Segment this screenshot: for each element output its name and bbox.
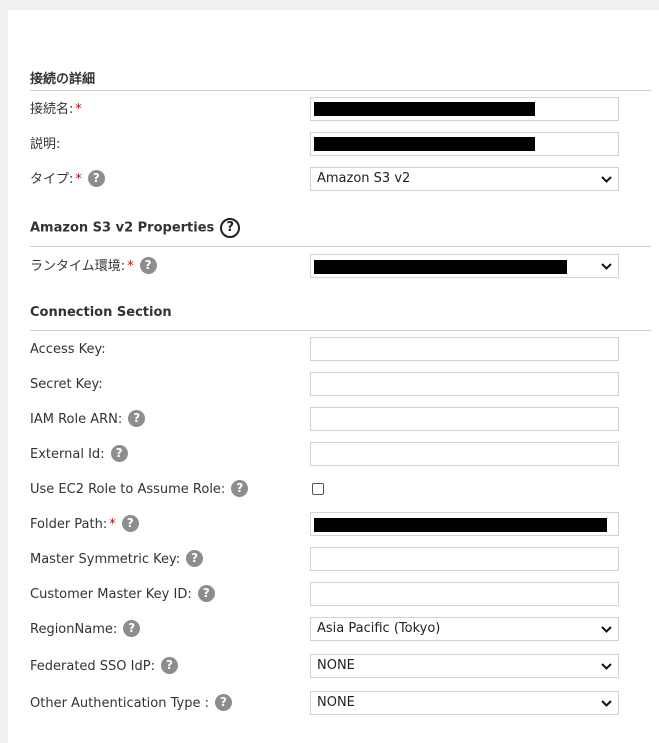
row-customer-key: Customer Master Key ID:? <box>30 582 619 608</box>
row-other-auth: Other Authentication Type :? NONE <box>30 691 619 717</box>
access-key-input[interactable] <box>310 337 619 361</box>
redacted-value <box>314 102 535 116</box>
description-label: 説明: <box>30 137 61 152</box>
customer-key-label: Customer Master Key ID: <box>30 587 192 602</box>
redacted-value <box>314 137 535 151</box>
row-iam-role: IAM Role ARN:? <box>30 407 619 433</box>
runtime-select[interactable] <box>310 254 619 278</box>
other-auth-selected-value: NONE <box>317 695 355 710</box>
external-id-input[interactable] <box>310 442 619 466</box>
row-region: RegionName:? Asia Pacific (Tokyo) <box>30 617 619 643</box>
iam-role-label: IAM Role ARN: <box>30 412 123 427</box>
other-auth-label: Other Authentication Type : <box>30 696 209 711</box>
help-icon[interactable]: ? <box>197 585 215 602</box>
section-title-properties: Amazon S3 v2 Properties? <box>30 218 241 238</box>
help-icon[interactable]: ? <box>110 445 128 462</box>
row-use-ec2-role: Use EC2 Role to Assume Role:? <box>30 477 619 503</box>
redacted-value <box>314 260 567 274</box>
row-federated-sso: Federated SSO IdP:? NONE <box>30 654 619 680</box>
type-selected-value: Amazon S3 v2 <box>317 171 411 186</box>
row-runtime: ランタイム環境: *? <box>30 254 619 280</box>
chevron-down-icon <box>600 618 612 640</box>
row-access-key: Access Key: <box>30 337 619 363</box>
secret-key-label: Secret Key: <box>30 377 103 392</box>
folder-path-label: Folder Path: <box>30 517 108 532</box>
federated-sso-select[interactable]: NONE <box>310 654 619 678</box>
required-marker: * <box>75 102 82 117</box>
region-select[interactable]: Asia Pacific (Tokyo) <box>310 617 619 641</box>
row-folder-path: Folder Path: *? <box>30 512 619 538</box>
help-icon[interactable]: ? <box>128 410 146 427</box>
help-icon[interactable]: ? <box>214 694 232 711</box>
use-ec2-role-label: Use EC2 Role to Assume Role: <box>30 482 226 497</box>
description-input[interactable] <box>310 132 619 156</box>
section-divider <box>30 90 651 91</box>
row-description: 説明: <box>30 132 619 158</box>
connection-name-input[interactable] <box>310 97 619 121</box>
region-label: RegionName: <box>30 622 118 637</box>
help-icon[interactable]: ? <box>186 550 204 567</box>
runtime-label: ランタイム環境: <box>30 259 126 274</box>
master-key-label: Master Symmetric Key: <box>30 552 181 567</box>
redacted-value <box>314 518 607 532</box>
section-title-connection: Connection Section <box>30 305 172 320</box>
required-marker: * <box>109 517 116 532</box>
secret-key-input[interactable] <box>310 372 619 396</box>
use-ec2-role-checkbox[interactable] <box>312 483 324 495</box>
row-connection-name: 接続名: * <box>30 97 619 123</box>
connection-form-panel: 接続の詳細 接続名: * 説明: タイプ: *? Amazon S3 v2 Amaz… <box>8 10 659 743</box>
chevron-down-icon <box>600 655 612 677</box>
row-secret-key: Secret Key: <box>30 372 619 398</box>
row-master-key: Master Symmetric Key:? <box>30 547 619 573</box>
external-id-label: External Id: <box>30 447 105 462</box>
access-key-label: Access Key: <box>30 342 106 357</box>
row-external-id: External Id:? <box>30 442 619 468</box>
help-icon[interactable]: ? <box>123 620 141 637</box>
section-divider <box>30 246 651 247</box>
connection-name-label: 接続名: <box>30 102 74 117</box>
row-type: タイプ: *? Amazon S3 v2 <box>30 167 619 193</box>
help-icon[interactable]: ? <box>231 480 249 497</box>
region-selected-value: Asia Pacific (Tokyo) <box>317 621 441 636</box>
type-label: タイプ: <box>30 172 74 187</box>
folder-path-input[interactable] <box>310 512 619 536</box>
federated-sso-selected-value: NONE <box>317 658 355 673</box>
section-divider <box>30 330 651 331</box>
customer-key-input[interactable] <box>310 582 619 606</box>
master-key-input[interactable] <box>310 547 619 571</box>
chevron-down-icon <box>600 692 612 714</box>
required-marker: * <box>75 172 82 187</box>
type-select[interactable]: Amazon S3 v2 <box>310 167 619 191</box>
help-icon[interactable]: ? <box>160 657 178 674</box>
chevron-down-icon <box>600 168 612 190</box>
required-marker: * <box>127 259 134 274</box>
chevron-down-icon <box>600 255 612 277</box>
help-icon[interactable]: ? <box>121 515 139 532</box>
section-title-details: 接続の詳細 <box>30 72 96 87</box>
iam-role-input[interactable] <box>310 407 619 431</box>
help-icon[interactable]: ? <box>87 170 105 187</box>
other-auth-select[interactable]: NONE <box>310 691 619 715</box>
federated-sso-label: Federated SSO IdP: <box>30 659 155 674</box>
help-icon[interactable]: ? <box>139 257 157 274</box>
help-icon[interactable]: ? <box>220 218 241 238</box>
